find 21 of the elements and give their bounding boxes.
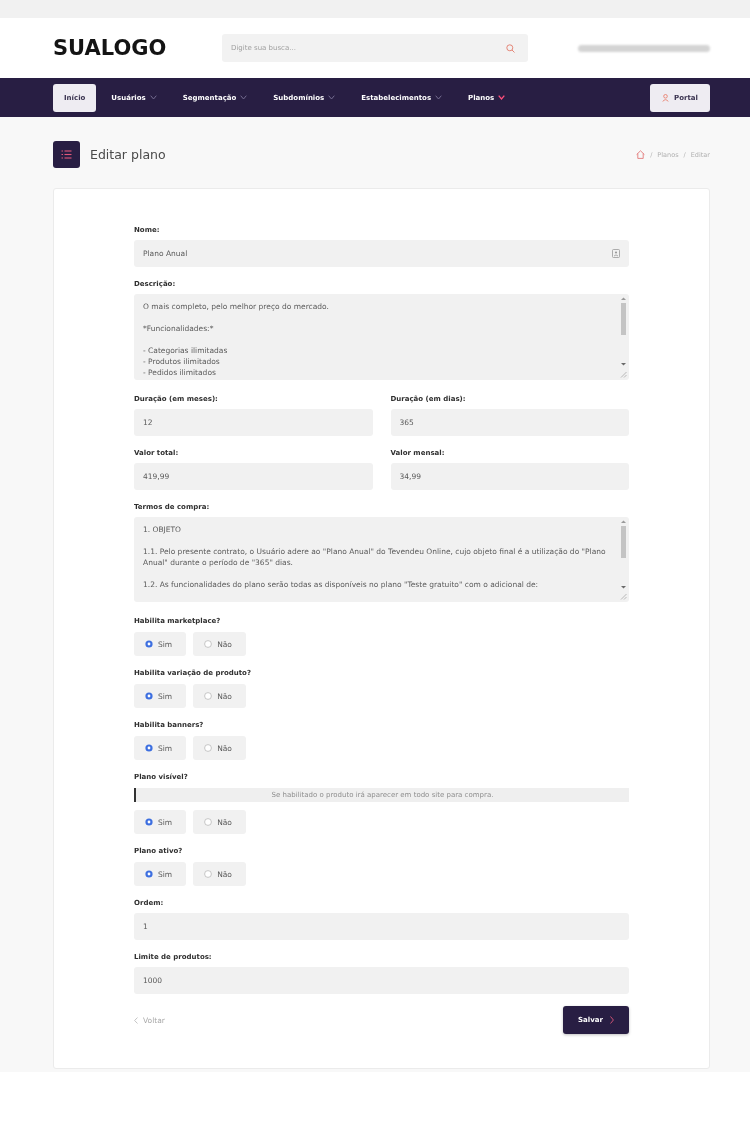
radio-icon[interactable] <box>204 870 213 878</box>
search-icon[interactable] <box>506 43 515 53</box>
resize-grip-icon[interactable] <box>620 371 627 378</box>
home-icon[interactable] <box>636 150 646 159</box>
list-icon[interactable] <box>53 141 80 168</box>
radio-icon[interactable] <box>145 692 153 700</box>
radio-icon[interactable] <box>204 640 213 648</box>
contact-card-icon[interactable] <box>612 249 620 258</box>
radio-icon[interactable] <box>145 640 153 648</box>
radio-icon[interactable] <box>204 692 213 700</box>
user-icon <box>662 93 670 102</box>
page-title: Editar plano <box>90 147 166 162</box>
radio-icon[interactable] <box>145 818 153 826</box>
radio-icon[interactable] <box>145 744 153 752</box>
resize-grip-icon[interactable] <box>620 593 627 600</box>
chevron-left-icon <box>134 1016 138 1024</box>
radio-icon[interactable] <box>204 818 213 826</box>
chevron-right-icon <box>609 1016 614 1024</box>
radio-icon[interactable] <box>204 744 213 752</box>
radio-icon[interactable] <box>145 870 153 878</box>
logo[interactable]: SUALOGO <box>53 36 167 60</box>
